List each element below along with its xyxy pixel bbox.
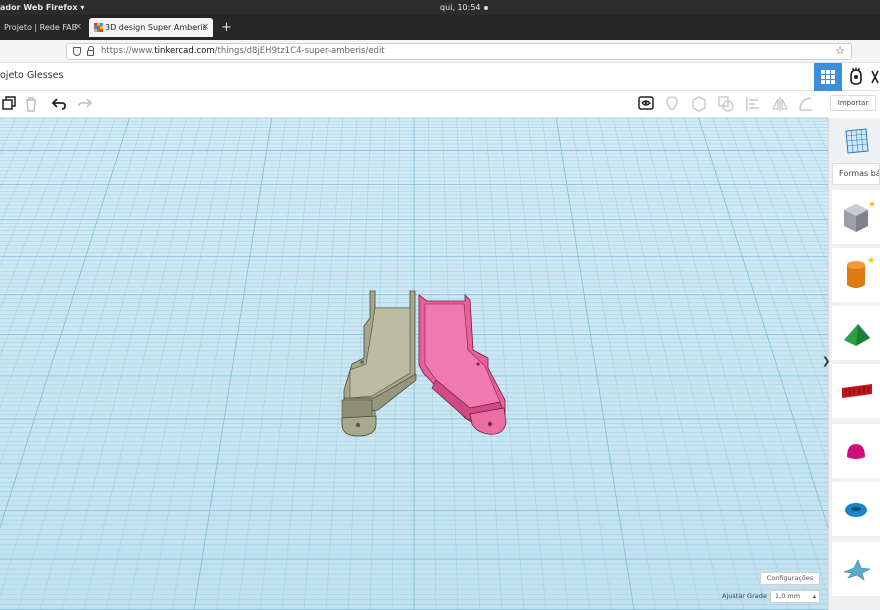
half-sphere-shape-icon <box>847 444 865 459</box>
shape-box[interactable]: ★ <box>832 190 880 244</box>
url-bar[interactable]: https://www.tinkercad.com/things/d8jEH9t… <box>66 43 852 60</box>
close-icon[interactable]: × <box>201 18 209 37</box>
workplane-grid-icon <box>845 128 869 154</box>
close-icon[interactable]: × <box>74 18 82 37</box>
shape-cylinder[interactable]: ★ <box>832 248 880 302</box>
nav-bar: https://www.tinkercad.com/things/d8jEH9t… <box>0 40 880 63</box>
delete-icon[interactable] <box>22 95 40 113</box>
mirror-icon[interactable] <box>771 95 789 113</box>
box-shape-icon: ★ <box>844 200 876 232</box>
pyramid-shape-icon <box>844 324 870 346</box>
redo-icon[interactable] <box>76 95 94 113</box>
shield-icon[interactable] <box>73 47 81 56</box>
clock[interactable]: qui, 10:54 <box>440 3 488 12</box>
grid-icon <box>821 70 835 84</box>
edit-toolbar <box>0 91 828 118</box>
snap-grid-select[interactable]: 1,0 mm <box>770 590 820 603</box>
copy-icon[interactable] <box>0 95 18 113</box>
svg-text:★: ★ <box>868 200 876 210</box>
blocks-icon[interactable] <box>847 67 865 87</box>
shape-torus[interactable] <box>832 482 880 536</box>
shapes-category-dropdown[interactable]: Formas bá <box>832 163 880 185</box>
undo-icon[interactable] <box>50 95 68 113</box>
workplane[interactable] <box>0 118 828 610</box>
torus-shape-icon <box>845 503 867 517</box>
workplane-shape[interactable] <box>832 122 880 162</box>
lock-icon[interactable] <box>87 46 94 56</box>
snap-grid-label: Ajustar Grade <box>722 592 767 600</box>
shape-pyramid[interactable] <box>832 306 880 360</box>
new-tab-button[interactable]: + <box>221 18 232 37</box>
settings-button[interactable]: Configurações <box>760 572 820 585</box>
url-path: /things/d8jEH9tz1C4-super-amberis/edit <box>214 46 385 56</box>
shape-half-sphere[interactable] <box>832 424 880 478</box>
workplane-grid <box>0 118 828 610</box>
os-top-bar: ador Web Firefox ▾ qui, 10:54 <box>0 0 880 15</box>
bricks-icon[interactable] <box>870 69 880 85</box>
app-menu[interactable]: ador Web Firefox ▾ <box>0 3 84 12</box>
bookmark-star-icon[interactable]: ☆ <box>835 43 845 58</box>
shapes-panel: ★ ★ <box>828 118 880 610</box>
url-domain: tinkercad.com <box>154 46 215 56</box>
tab-tinkercad[interactable]: 3D design Super Amberis × <box>89 18 213 37</box>
import-button[interactable]: Importar <box>830 95 876 111</box>
ruler-icon[interactable] <box>797 95 815 113</box>
group-icon[interactable] <box>717 95 735 113</box>
shape-icon[interactable] <box>690 95 708 113</box>
tab-label: Projeto | Rede FAB <box>4 23 78 32</box>
cylinder-shape-icon: ★ <box>847 256 875 288</box>
tab-label: 3D design Super Amberis <box>105 23 207 32</box>
3d-view-button[interactable] <box>814 63 842 91</box>
tab-projeto[interactable]: Projeto | Rede FAB × <box>0 18 86 37</box>
svg-text:★: ★ <box>867 256 875 266</box>
light-icon[interactable] <box>663 95 681 113</box>
url-base: https://www. <box>101 46 155 56</box>
align-icon[interactable] <box>744 95 762 113</box>
shape-text[interactable] <box>832 364 880 418</box>
tab-strip: Projeto | Rede FAB × 3D design Super Amb… <box>0 15 880 40</box>
star-shape-icon <box>843 559 872 581</box>
tinkercad-favicon <box>94 23 103 32</box>
text-shape-icon <box>842 384 872 398</box>
collapse-panel-chevron-icon[interactable]: ❯ <box>822 356 830 367</box>
notes-visibility-icon[interactable] <box>637 95 655 113</box>
shape-star[interactable] <box>832 542 880 596</box>
tinkercad-header: ojeto Glesses <box>0 63 880 91</box>
design-title[interactable]: ojeto Glesses <box>0 70 63 81</box>
